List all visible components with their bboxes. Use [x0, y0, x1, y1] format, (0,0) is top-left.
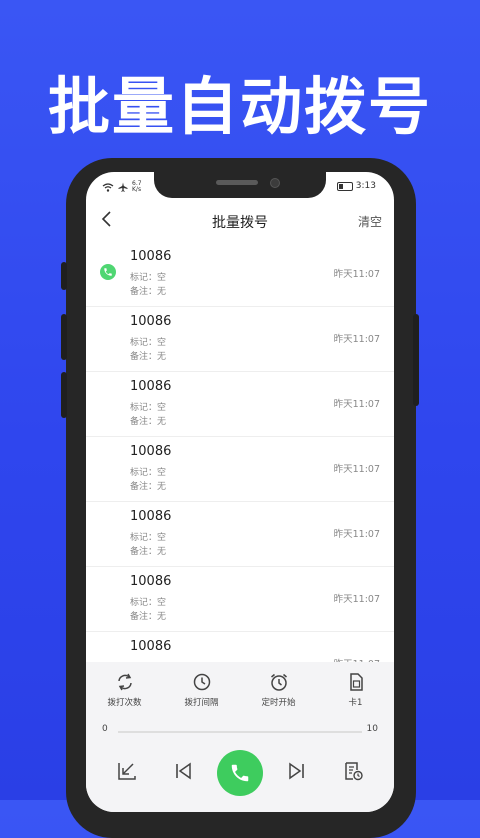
call-button[interactable] — [217, 750, 263, 796]
status-time: 3:13 — [355, 181, 376, 191]
call-time: 昨天11:07 — [333, 399, 380, 410]
tag-text: 标记：空 — [130, 468, 167, 478]
call-log-icon — [345, 762, 363, 781]
list-item[interactable]: 10086 标记：空备注：无 昨天11:07 — [86, 437, 394, 502]
note-text: 备注：无 — [130, 612, 167, 622]
headline: 批量自动拨号 — [47, 70, 432, 143]
phone-number: 10086 — [130, 249, 172, 264]
net-speed: 6.7 K/s — [132, 181, 142, 193]
note-text: 备注：无 — [130, 482, 167, 492]
navbar: 批量拨号 清空 — [86, 206, 394, 236]
option-call-count[interactable]: 拨打次数 — [90, 672, 160, 708]
slider-track[interactable] — [118, 731, 362, 733]
previous-button[interactable] — [172, 760, 194, 786]
camera — [270, 178, 280, 188]
mute-switch — [61, 372, 67, 418]
note-text: 备注：无 — [130, 352, 167, 362]
status-bar-right: 3:13 — [336, 181, 376, 191]
count-slider[interactable]: 0 10 — [86, 724, 394, 740]
list-item[interactable]: 10086 标记：空备注：无 昨天11:07 — [86, 307, 394, 372]
phone-screen: 6.7 K/s 3:13 批量拨号 清空 10086 标记：空 备注：无 昨天11:0… — [86, 172, 394, 812]
call-log-button[interactable] — [342, 760, 364, 786]
slider-min-label: 0 — [102, 724, 108, 734]
list-item[interactable]: 10086 标记：空备注：无 昨天11:07 — [86, 242, 394, 307]
tag-text: 标记：空 — [130, 533, 167, 543]
called-phone-icon — [100, 264, 116, 280]
phone-number: 10086 — [130, 444, 172, 459]
clear-button[interactable]: 清空 — [358, 213, 382, 230]
dial-control-panel: 拨打次数 拨打间隔 定时开始 卡1 0 10 — [86, 662, 394, 812]
call-time: 昨天11:07 — [333, 464, 380, 475]
note-text: 备注：无 — [130, 287, 167, 297]
notch — [154, 172, 326, 198]
option-call-interval[interactable]: 拨打间隔 — [167, 672, 237, 708]
phone-number: 10086 — [130, 639, 172, 654]
list-item[interactable]: 10086 标记：空备注：无 昨天11:07 — [86, 567, 394, 632]
wifi-icon — [102, 182, 114, 192]
option-label: 卡1 — [348, 698, 363, 708]
dial-controls — [86, 750, 394, 796]
phone-number: 10086 — [130, 379, 172, 394]
phone-number: 10086 — [130, 314, 172, 329]
skip-previous-icon — [176, 762, 191, 780]
import-button[interactable] — [116, 760, 138, 786]
list-item[interactable]: 10086 标记：空备注：无 昨天11:07 — [86, 372, 394, 437]
phone-icon — [231, 764, 249, 782]
tag-text: 标记：空 — [130, 273, 167, 283]
net-speed-unit: K/s — [132, 186, 142, 193]
next-button[interactable] — [286, 760, 308, 786]
dial-options: 拨打次数 拨打间隔 定时开始 卡1 — [86, 672, 394, 708]
call-time: 昨天11:07 — [333, 594, 380, 605]
phone-number: 10086 — [130, 509, 172, 524]
number-list: 10086 标记：空 备注：无 昨天11:07 10086 标记：空 备注：无 昨天11:07… — [86, 242, 394, 662]
status-bar-left: 6.7 K/s — [102, 181, 142, 193]
clock-icon — [193, 673, 210, 691]
option-label: 定时开始 — [261, 698, 296, 708]
sim-card-icon — [349, 673, 363, 691]
option-label: 拨打次数 — [107, 698, 142, 708]
power-button — [413, 314, 419, 406]
list-item[interactable]: 10086 标记：空备注：无 昨天11:07 — [86, 502, 394, 567]
speaker — [216, 180, 258, 185]
option-scheduled-start[interactable]: 定时开始 — [244, 672, 314, 708]
airplane-icon — [118, 182, 128, 192]
phone-number: 10086 — [130, 574, 172, 589]
call-time: 昨天11:07 — [333, 334, 380, 345]
page-title: 批量拨号 — [212, 215, 268, 231]
import-icon — [118, 763, 136, 780]
tag-text: 标记：空 — [130, 598, 167, 608]
repeat-icon — [117, 673, 132, 691]
list-item[interactable]: 10086昨天11:07 — [86, 632, 394, 662]
note-text: 备注：无 — [130, 417, 167, 427]
volume-down-button — [61, 314, 67, 360]
call-time: 昨天11:07 — [333, 269, 380, 280]
slider-max-label: 10 — [366, 724, 378, 734]
tag-text: 标记：空 — [130, 338, 167, 348]
tag-text: 标记：空 — [130, 403, 167, 413]
option-label: 拨打间隔 — [184, 698, 219, 708]
note-text: 备注：无 — [130, 547, 167, 557]
option-sim-card[interactable]: 卡1 — [321, 672, 391, 708]
call-time: 昨天11:07 — [333, 529, 380, 540]
battery-icon — [336, 181, 353, 191]
alarm-icon — [270, 673, 287, 691]
volume-up-button — [61, 262, 67, 290]
skip-next-icon — [289, 762, 304, 780]
